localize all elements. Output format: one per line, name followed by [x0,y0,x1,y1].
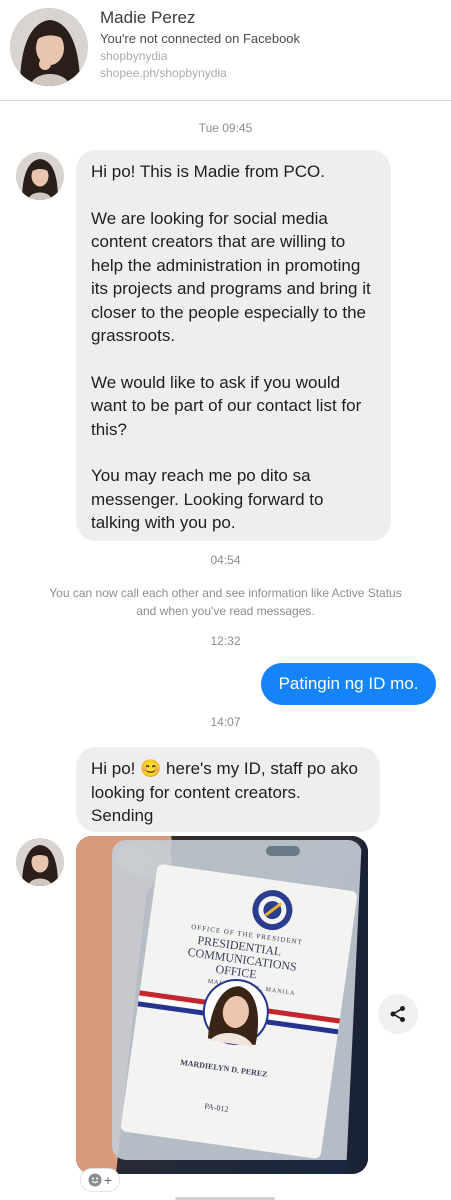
message-text: You may reach me po dito sa messenger. L… [91,466,324,532]
profile-link-shop[interactable]: shopbynydia [100,49,167,63]
chat-header: Madie Perez You're not connected on Face… [0,0,451,101]
message-bubble-outgoing[interactable]: Patingin ng ID mo. [261,663,436,705]
message-text: We are looking for social media content … [91,208,371,346]
message-text: Hi po! [91,759,141,778]
id-card-photo: OFFICE OF THE PRESIDENT PRESIDENTIAL COM… [76,836,368,1174]
system-notice: You can now call each other and see info… [49,586,402,618]
smile-emoji-icon: 😊 [140,759,162,778]
add-reaction-icon [88,1173,102,1187]
contact-name[interactable]: Madie Perez [100,8,195,28]
timestamp: Tue 09:45 [198,121,253,135]
share-button[interactable] [378,994,418,1034]
profile-photo [10,8,88,86]
timestamp: 14:07 [210,715,241,729]
message-bubble-incoming[interactable]: Hi po! This is Madie from PCO. We are lo… [76,150,391,541]
sender-photo [16,152,64,200]
profile-avatar[interactable] [10,8,88,86]
sender-avatar[interactable] [16,838,64,886]
photo-attachment[interactable]: OFFICE OF THE PRESIDENT PRESIDENTIAL COM… [76,836,368,1174]
profile-link-shopee[interactable]: shopee.ph/shopbynydia [100,66,227,80]
message-bubble-incoming[interactable]: Hi po! 😊 here's my ID, staff po ako look… [76,747,380,832]
timestamp: 12:32 [210,634,241,648]
share-icon [390,1006,405,1022]
sender-photo [16,838,64,886]
message-text: We would like to ask if you would want t… [91,372,362,439]
sender-avatar[interactable] [16,152,64,200]
connection-status: You're not connected on Facebook [100,31,301,46]
timestamp: 04:54 [210,553,241,567]
message-text: Hi po! This is Madie from PCO. [91,162,325,181]
plus-icon: + [103,1172,113,1188]
add-reaction-button[interactable]: + [80,1168,120,1192]
